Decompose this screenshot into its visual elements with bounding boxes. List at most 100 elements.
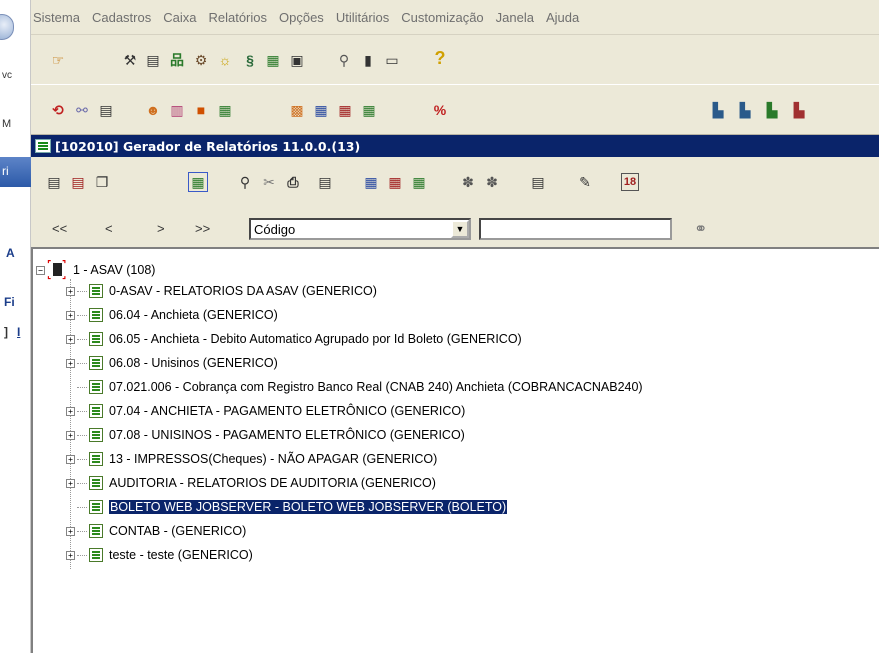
config-1-icon[interactable]: ✽	[459, 173, 477, 191]
tree-item[interactable]: + 13 - IMPRESSOS(Cheques) - NÃO APAGAR (…	[66, 450, 437, 468]
edit-report-icon[interactable]: ▤	[69, 173, 87, 191]
report-tree: − ⌜ ⌝ ⌞ ⌟ 1 - ASAV (108) + 0-ASAV - RELATO…	[31, 247, 879, 653]
chart-icon[interactable]: ▩	[288, 101, 306, 119]
connect-icon[interactable]: ☞	[49, 51, 67, 69]
export-doc-icon[interactable]: ▤	[316, 173, 334, 191]
group-icon[interactable]: ▦	[410, 173, 428, 191]
select-all-icon[interactable]: ▦	[188, 172, 208, 192]
tree-item[interactable]: + AUDITORIA - RELATORIOS DE AUDITORIA (G…	[66, 474, 436, 492]
device-icon[interactable]: ▮	[359, 51, 377, 69]
refresh-icon[interactable]: ⟲	[49, 101, 67, 119]
grid-blue-icon[interactable]: ▦	[312, 101, 330, 119]
preview-icon[interactable]: ⚲	[236, 173, 254, 191]
report-icon[interactable]: ▥	[168, 101, 186, 119]
tree-item[interactable]: + 06.08 - Unisinos (GENERICO)	[66, 354, 278, 372]
link-icon[interactable]: ⚯	[73, 101, 91, 119]
menu-opcoes[interactable]: Opções	[279, 10, 324, 25]
calculator-icon[interactable]: ▣	[288, 51, 306, 69]
expand-icon[interactable]: +	[66, 478, 75, 488]
menu-relatorios[interactable]: Relatórios	[208, 10, 267, 25]
export-4-icon[interactable]: ▙	[790, 101, 808, 119]
sun-icon[interactable]: ☼	[216, 51, 234, 69]
tree-item[interactable]: + 07.08 - UNISINOS - PAGAMENTO ELETRÔNIC…	[66, 426, 465, 444]
strip-text: vc	[2, 70, 12, 81]
expand-icon[interactable]: +	[66, 454, 75, 464]
export-2-icon[interactable]: ▙	[736, 101, 754, 119]
main-toolbar-2: ⟲ ⚯ ▤ ☻ ▥ ■ ▦ ▩ ▦ ▦ ▦ % ▙ ▙ ▙ ▙	[31, 85, 879, 135]
tree-item[interactable]: + 06.04 - Anchieta (GENERICO)	[66, 306, 278, 324]
sheet-icon[interactable]: ▦	[216, 101, 234, 119]
search-input[interactable]	[479, 218, 672, 240]
nav-prev-button[interactable]: <	[105, 221, 113, 236]
expand-icon[interactable]: +	[66, 310, 75, 320]
box-icon[interactable]: ■	[192, 101, 210, 119]
nav-first-button[interactable]: <<	[52, 221, 67, 236]
field-select[interactable]: Código ▼	[249, 218, 471, 240]
import-icon[interactable]: ▦	[362, 173, 380, 191]
menu-janela[interactable]: Janela	[496, 10, 534, 25]
expand-icon[interactable]: +	[66, 334, 75, 344]
binoculars-icon[interactable]: ⚭	[694, 219, 707, 239]
report-icon	[89, 500, 103, 514]
grid-green-icon[interactable]: ▦	[360, 101, 378, 119]
export-1-icon[interactable]: ▙	[709, 101, 727, 119]
move-icon[interactable]: ▦	[386, 173, 404, 191]
tree-item-label: 0-ASAV - RELATORIOS DA ASAV (GENERICO)	[109, 284, 377, 298]
tool-icon[interactable]: ⚒	[121, 51, 139, 69]
new-report-icon[interactable]: ▤	[45, 173, 63, 191]
tree-item[interactable]: 07.021.006 - Cobrança com Registro Banco…	[66, 378, 643, 396]
collapse-icon[interactable]: −	[36, 265, 45, 275]
tree-item[interactable]: + CONTAB - (GENERICO)	[66, 522, 246, 540]
expand-icon[interactable]: +	[66, 430, 75, 440]
network-icon[interactable]: 品	[168, 51, 186, 69]
tree-item[interactable]: + 06.05 - Anchieta - Debito Automatico A…	[66, 330, 522, 348]
help-icon[interactable]: ?	[431, 49, 449, 67]
wrench-icon[interactable]: ⚙	[192, 51, 210, 69]
report-icon	[89, 476, 103, 490]
tools-icon[interactable]: ✂	[260, 173, 278, 191]
print-icon[interactable]: ⎙	[284, 173, 302, 191]
tree-item[interactable]: + teste - teste (GENERICO)	[66, 546, 253, 564]
menu-cadastros[interactable]: Cadastros	[92, 10, 151, 25]
menubar: Sistema Cadastros Caixa Relatórios Opçõe…	[31, 0, 879, 35]
sql-search-icon[interactable]: ⚲	[335, 51, 353, 69]
window-icon[interactable]: ▭	[383, 51, 401, 69]
report-icon	[89, 404, 103, 418]
menu-customizacao[interactable]: Customização	[401, 10, 483, 25]
report-icon	[89, 308, 103, 322]
menu-utilitarios[interactable]: Utilitários	[336, 10, 389, 25]
tree-item[interactable]: + 07.04 - ANCHIETA - PAGAMENTO ELETRÔNIC…	[66, 402, 465, 420]
report-icon	[89, 452, 103, 466]
menu-sistema[interactable]: Sistema	[33, 10, 80, 25]
chevron-down-icon[interactable]: ▼	[451, 220, 469, 238]
list-icon[interactable]: ▦	[264, 51, 282, 69]
users-icon[interactable]: ☻	[144, 101, 162, 119]
expand-icon[interactable]: +	[66, 550, 75, 560]
config-2-icon[interactable]: ✽	[483, 173, 501, 191]
grid-red-icon[interactable]: ▦	[336, 101, 354, 119]
tree-item-selected[interactable]: BOLETO WEB JOBSERVER - BOLETO WEB JOBSER…	[66, 498, 509, 516]
report-icon	[89, 380, 103, 394]
tree-item-label: CONTAB - (GENERICO)	[109, 524, 247, 538]
export-3-icon[interactable]: ▙	[763, 101, 781, 119]
pen-icon[interactable]: ✎	[576, 173, 594, 191]
nav-last-button[interactable]: >>	[195, 221, 210, 236]
expand-icon[interactable]: +	[66, 406, 75, 416]
report-toolbar: ▤ ▤ ❐ ▦ ⚲ ✂ ⎙ ▤ ▦ ▦ ▦ ✽ ✽ ▤ ✎ 18	[31, 157, 879, 207]
money-icon[interactable]: §	[241, 51, 259, 69]
menu-ajuda[interactable]: Ajuda	[546, 10, 579, 25]
calendar-icon[interactable]: 18	[621, 173, 639, 191]
expand-icon[interactable]: +	[66, 526, 75, 536]
page-icon[interactable]: ▤	[97, 101, 115, 119]
menu-caixa[interactable]: Caixa	[163, 10, 196, 25]
nav-next-button[interactable]: >	[157, 221, 165, 236]
tree-item[interactable]: + 0-ASAV - RELATORIOS DA ASAV (GENERICO)	[66, 282, 377, 300]
copy-report-icon[interactable]: ❐	[93, 173, 111, 191]
tree-root[interactable]: − ⌜ ⌝ ⌞ ⌟ 1 - ASAV (108)	[36, 259, 155, 280]
document-icon[interactable]: ▤	[144, 51, 162, 69]
report-icon	[89, 428, 103, 442]
expand-icon[interactable]: +	[66, 286, 75, 296]
expand-icon[interactable]: +	[66, 358, 75, 368]
clipboard-icon[interactable]: ▤	[529, 173, 547, 191]
percent-icon[interactable]: %	[431, 101, 449, 119]
